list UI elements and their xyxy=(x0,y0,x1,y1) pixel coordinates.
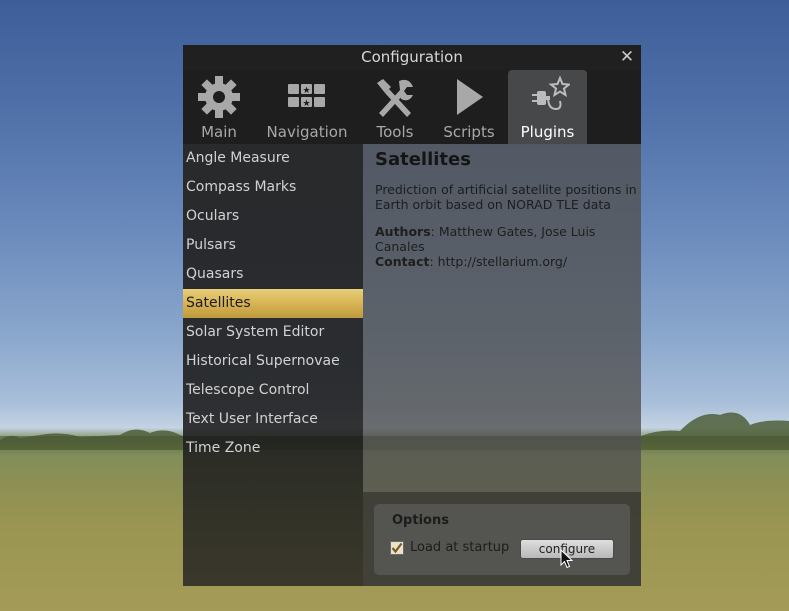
options-area: Options Load at startup configure xyxy=(363,492,641,586)
configuration-window: Configuration ✕ Main ★ ★ Navigation Tool… xyxy=(183,45,641,586)
navigation-keys-icon: ★ ★ xyxy=(285,75,329,123)
list-item[interactable]: Angle Measure xyxy=(183,144,363,173)
options-group: Options Load at startup configure xyxy=(374,504,630,575)
close-icon[interactable]: ✕ xyxy=(618,48,636,66)
plugin-detail-panel: Satellites Prediction of artificial sate… xyxy=(363,144,641,492)
tab-main[interactable]: Main xyxy=(189,70,249,144)
options-title: Options xyxy=(392,513,449,528)
list-item[interactable]: Time Zone xyxy=(183,434,363,463)
tab-navigation[interactable]: ★ ★ Navigation xyxy=(261,70,353,144)
contact-line: Contact: http://stellarium.org/ xyxy=(375,254,568,269)
plugin-icon xyxy=(526,75,572,123)
tab-label: Main xyxy=(201,123,237,141)
tools-icon xyxy=(373,75,417,123)
contact-label: Contact xyxy=(375,254,430,269)
play-icon xyxy=(447,75,491,123)
svg-text:★: ★ xyxy=(302,86,310,96)
list-item[interactable]: Historical Supernovae xyxy=(183,347,363,376)
list-item[interactable]: Telescope Control xyxy=(183,376,363,405)
plugin-list: Angle Measure Compass Marks Oculars Puls… xyxy=(183,144,363,586)
tab-bar: Main ★ ★ Navigation Tools Scripts Plugin… xyxy=(183,70,641,144)
authors-label: Authors xyxy=(375,224,431,239)
list-item[interactable]: Compass Marks xyxy=(183,173,363,202)
mouse-cursor-icon xyxy=(560,549,574,569)
tab-label: Tools xyxy=(376,123,414,141)
tab-scripts[interactable]: Scripts xyxy=(437,70,501,144)
contact-value: http://stellarium.org/ xyxy=(437,254,568,269)
list-item[interactable]: Quasars xyxy=(183,260,363,289)
plugin-title: Satellites xyxy=(375,149,471,170)
load-at-startup-checkbox[interactable] xyxy=(390,541,404,555)
tab-plugins[interactable]: Plugins xyxy=(508,70,587,144)
tab-label: Navigation xyxy=(266,123,348,141)
list-item[interactable]: Oculars xyxy=(183,202,363,231)
svg-text:★: ★ xyxy=(302,99,310,109)
list-item[interactable]: Solar System Editor xyxy=(183,318,363,347)
load-at-startup-label: Load at startup xyxy=(410,540,510,555)
checkmark-icon xyxy=(391,542,403,554)
list-item-selected[interactable]: Satellites xyxy=(183,289,363,318)
list-item[interactable]: Text User Interface xyxy=(183,405,363,434)
title-bar[interactable]: Configuration ✕ xyxy=(183,45,641,70)
list-item[interactable]: Pulsars xyxy=(183,231,363,260)
authors-line: Authors: Matthew Gates, Jose Luis Canale… xyxy=(375,224,596,254)
plugin-meta: Authors: Matthew Gates, Jose Luis Canale… xyxy=(375,224,637,269)
window-title: Configuration xyxy=(361,48,463,66)
tab-label: Plugins xyxy=(520,123,575,141)
tab-tools[interactable]: Tools xyxy=(365,70,425,144)
gear-icon xyxy=(197,75,241,123)
tab-label: Scripts xyxy=(443,123,495,141)
plugin-description: Prediction of artificial satellite posit… xyxy=(375,182,637,212)
